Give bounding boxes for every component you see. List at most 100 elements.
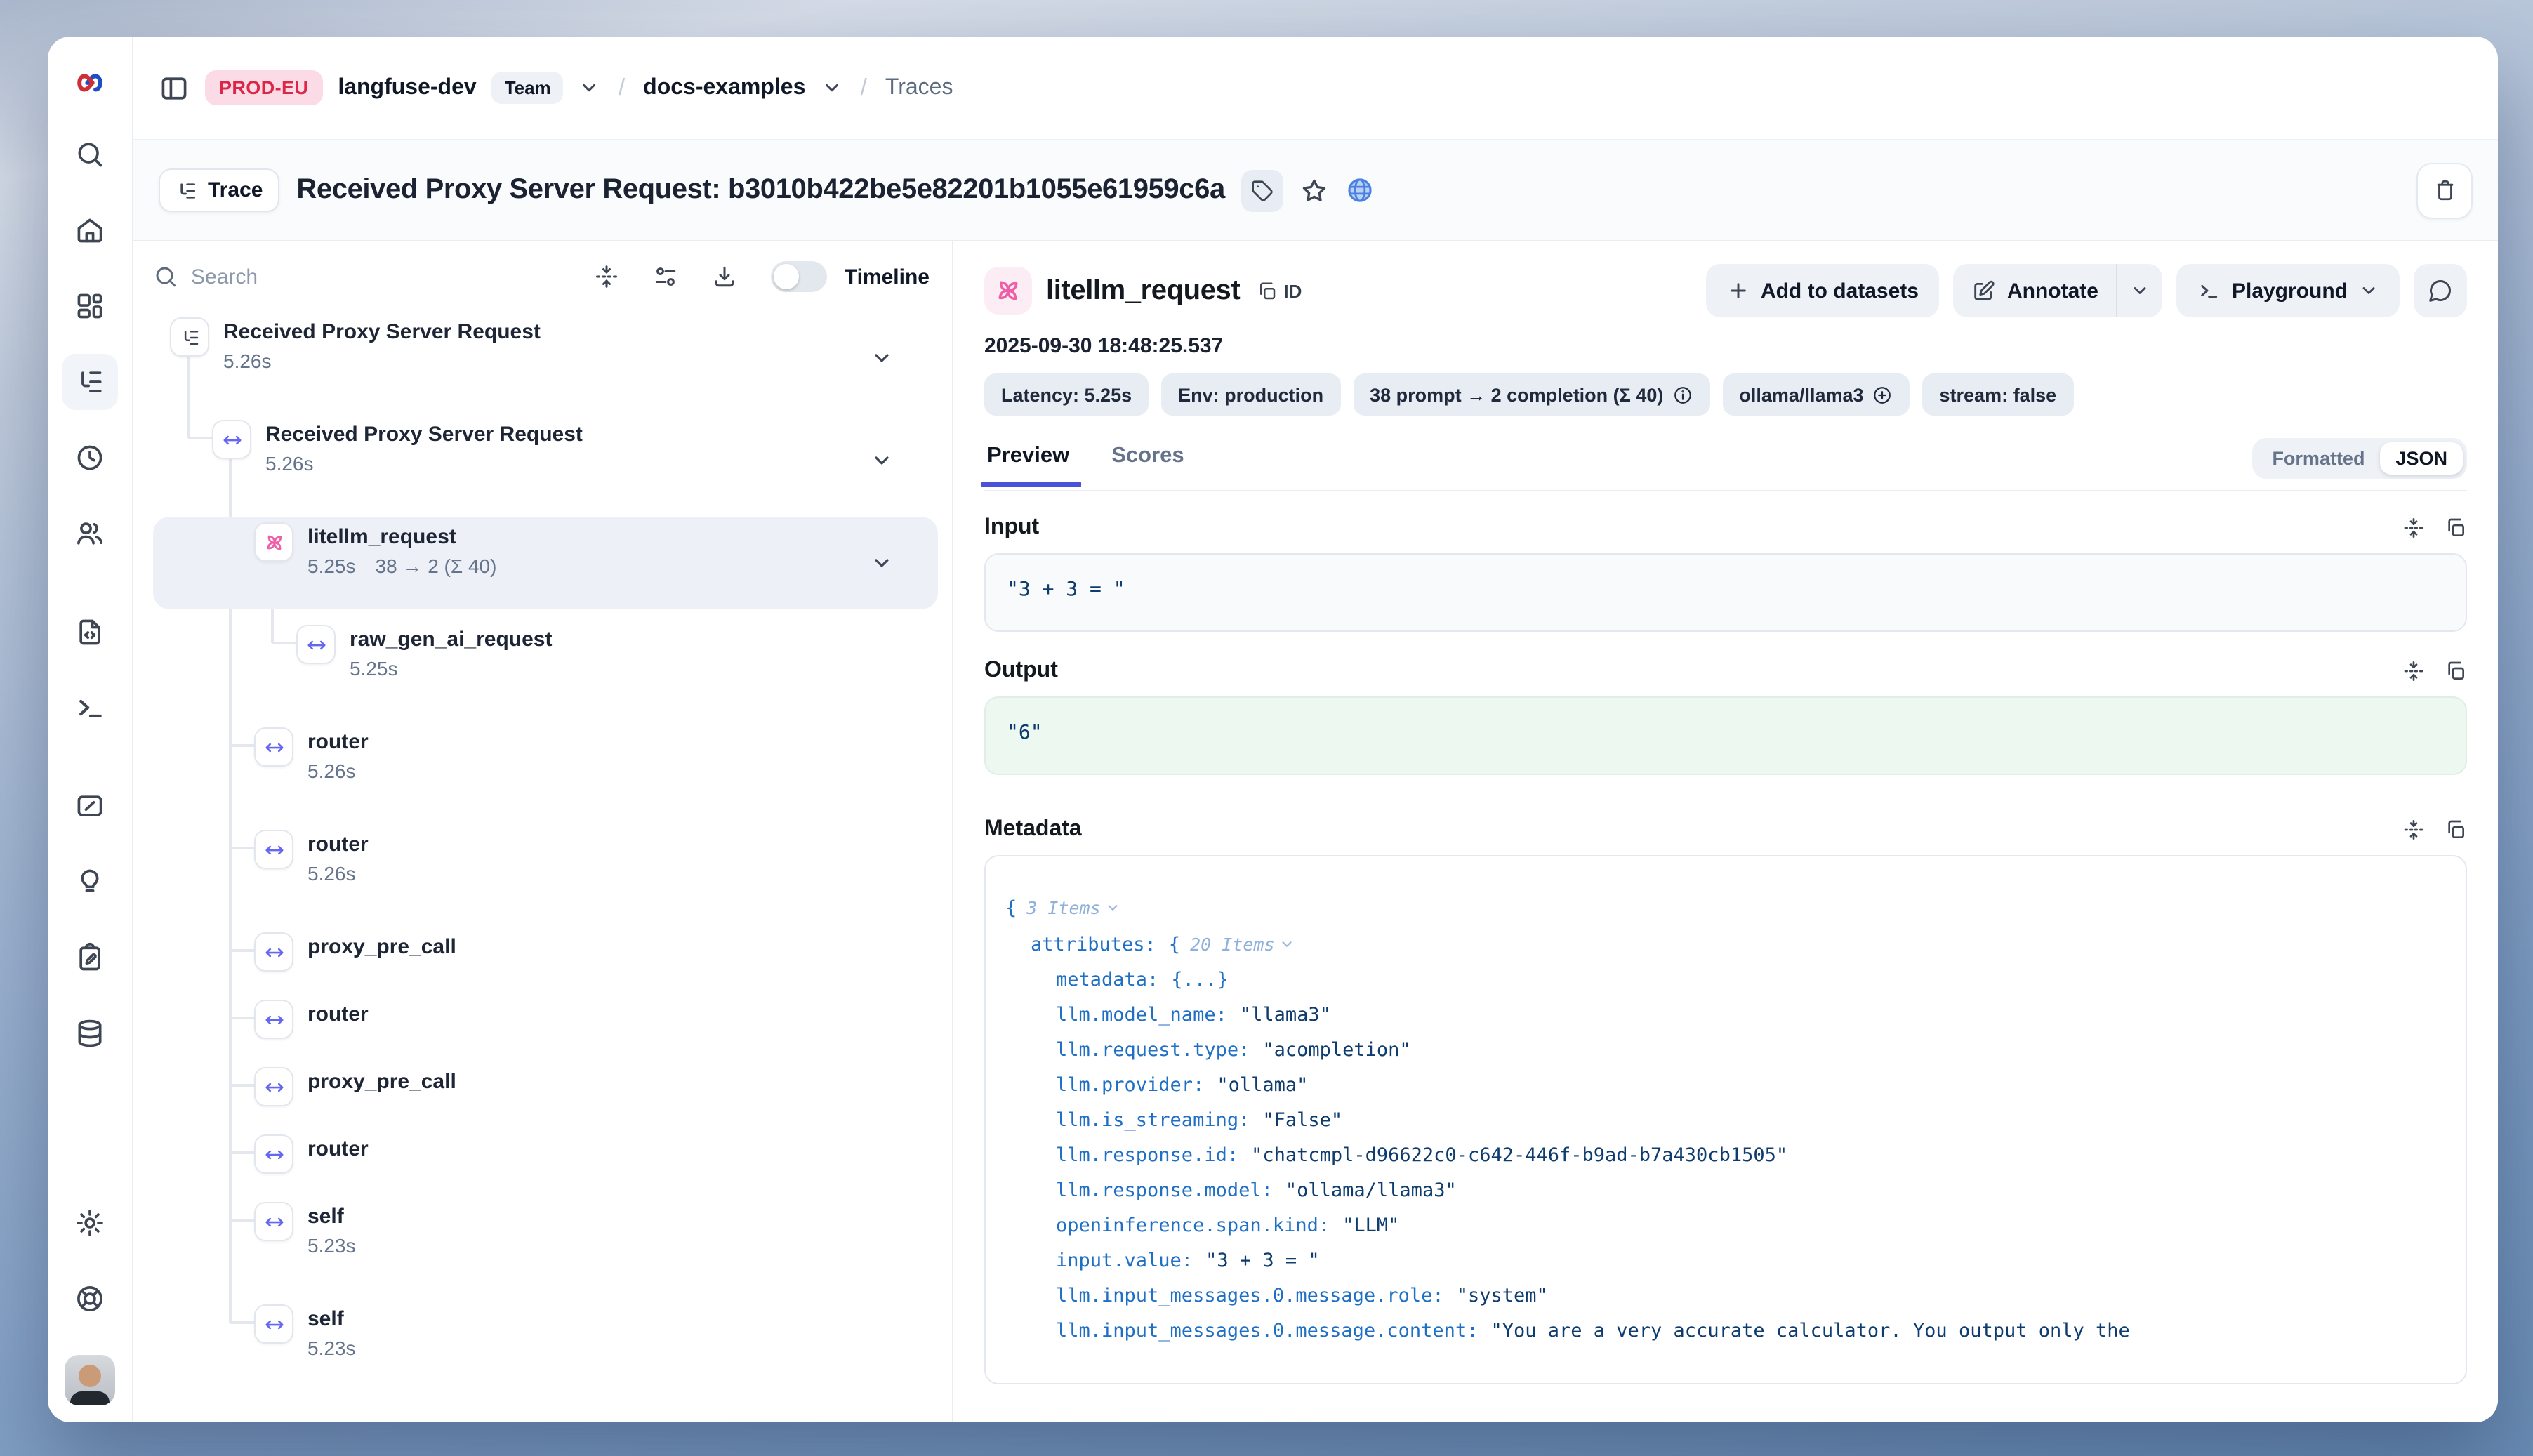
- tag-button[interactable]: [1242, 169, 1284, 211]
- tree-node[interactable]: proxy_pre_call: [153, 927, 938, 984]
- chevron-down-icon[interactable]: [871, 347, 893, 369]
- chevron-down-icon[interactable]: [871, 552, 893, 574]
- tree-node[interactable]: router: [153, 1129, 938, 1186]
- tree-node-label: Received Proxy Server Request: [265, 421, 938, 449]
- json-root-line[interactable]: {3 Items: [1005, 890, 2446, 927]
- breadcrumb-section[interactable]: Traces: [885, 75, 953, 100]
- output-collapse-button[interactable]: [2402, 660, 2425, 682]
- add-to-datasets-button[interactable]: Add to datasets: [1706, 264, 1940, 317]
- star-button[interactable]: [1301, 176, 1329, 204]
- copy-icon: [1257, 280, 1278, 301]
- playground-button[interactable]: Playground: [2177, 264, 2400, 317]
- sidebar-item-annotation[interactable]: [70, 938, 110, 977]
- json-line[interactable]: metadata:{...}: [1005, 963, 2446, 998]
- input-copy-button[interactable]: [2445, 517, 2467, 539]
- tree-node-label: self: [307, 1203, 938, 1231]
- tree-node[interactable]: router5.26s: [153, 824, 938, 917]
- tree-node-label: router: [307, 1136, 938, 1164]
- tree-node[interactable]: raw_gen_ai_request5.25s: [153, 619, 938, 712]
- arrows-icon: [212, 420, 251, 459]
- json-line[interactable]: llm.request.type:"acompletion": [1005, 1033, 2446, 1068]
- breadcrumb-project[interactable]: docs-examples: [643, 75, 805, 100]
- org-chevron-down-icon[interactable]: [579, 77, 600, 98]
- copy-id-button[interactable]: ID: [1257, 280, 1302, 301]
- tree-node-label: self: [307, 1306, 938, 1334]
- format-option-formatted[interactable]: Formatted: [2256, 442, 2380, 475]
- json-line[interactable]: attributes:{20 Items: [1005, 927, 2446, 963]
- json-line[interactable]: llm.response.model:"ollama/llama3": [1005, 1174, 2446, 1209]
- json-line[interactable]: llm.provider:"ollama": [1005, 1068, 2446, 1104]
- sidebar-item-support[interactable]: [70, 1279, 110, 1318]
- chevron-down-icon: [2359, 281, 2379, 300]
- user-avatar[interactable]: [65, 1355, 115, 1405]
- json-line[interactable]: openinference.span.kind:"LLM": [1005, 1209, 2446, 1244]
- arrows-icon: [254, 830, 293, 869]
- search-input[interactable]: Search: [153, 264, 595, 289]
- comments-button[interactable]: [2414, 264, 2467, 317]
- view-settings-button[interactable]: [654, 264, 679, 289]
- tree-node[interactable]: litellm_request5.25s38 → 2 (Σ 40): [153, 517, 938, 609]
- json-line[interactable]: llm.response.id:"chatcmpl-d96622c0-c642-…: [1005, 1139, 2446, 1174]
- arrows-icon: [254, 1202, 293, 1241]
- sidebar-item-playground[interactable]: [70, 688, 110, 727]
- annotate-dropdown-button[interactable]: [2118, 264, 2163, 317]
- metadata-copy-button[interactable]: [2445, 819, 2467, 841]
- input-content: "3 + 3 = ": [984, 553, 2467, 632]
- json-line[interactable]: llm.model_name:"llama3": [1005, 998, 2446, 1033]
- sidebar-item-search[interactable]: [70, 135, 110, 174]
- json-line[interactable]: llm.input_messages.0.message.content:"Yo…: [1005, 1314, 2446, 1349]
- sidebar-item-prompts[interactable]: [70, 612, 110, 651]
- terminal-icon: [2198, 279, 2221, 302]
- format-option-json[interactable]: JSON: [2380, 442, 2463, 475]
- project-chevron-down-icon[interactable]: [821, 77, 842, 98]
- tree-node[interactable]: Received Proxy Server Request5.26s: [153, 414, 938, 507]
- chevron-down-icon[interactable]: [871, 449, 893, 472]
- metadata-json-viewer: {3 Itemsattributes:{20 Itemsmetadata:{..…: [984, 855, 2467, 1384]
- metadata-section-title: Metadata: [984, 817, 1082, 842]
- tab-preview[interactable]: Preview: [984, 443, 1072, 485]
- output-content: "6": [984, 696, 2467, 775]
- json-line[interactable]: llm.input_messages.0.message.role:"syste…: [1005, 1279, 2446, 1314]
- json-line[interactable]: input.value:"3 + 3 = ": [1005, 1244, 2446, 1279]
- tree-node[interactable]: router: [153, 994, 938, 1052]
- list-tree-icon: [170, 317, 209, 357]
- sidebar-item-sessions[interactable]: [70, 438, 110, 477]
- json-line[interactable]: llm.is_streaming:"False": [1005, 1104, 2446, 1139]
- timeline-toggle[interactable]: [772, 261, 828, 292]
- pinwheel-icon: [254, 522, 293, 562]
- tree-node[interactable]: self5.23s: [153, 1299, 938, 1391]
- tree-node-label: proxy_pre_call: [307, 934, 938, 962]
- icon-sidebar: [48, 37, 133, 1422]
- sidebar-item-tracing[interactable]: [62, 354, 118, 410]
- metadata-collapse-button[interactable]: [2402, 819, 2425, 841]
- output-copy-button[interactable]: [2445, 660, 2467, 682]
- sidebar-toggle-icon[interactable]: [159, 72, 190, 103]
- langfuse-logo: [72, 65, 108, 101]
- sidebar-item-evaluation[interactable]: [70, 786, 110, 826]
- org-name[interactable]: langfuse-dev: [338, 75, 476, 100]
- download-button[interactable]: [713, 264, 738, 289]
- tab-scores[interactable]: Scores: [1109, 443, 1186, 485]
- observation-badge: 38 prompt → 2 completion (Σ 40): [1353, 373, 1709, 416]
- sidebar-item-dashboards[interactable]: [70, 286, 110, 326]
- arrows-icon: [254, 727, 293, 767]
- arrows-icon: [254, 1067, 293, 1106]
- sidebar-item-settings[interactable]: [70, 1203, 110, 1243]
- input-collapse-button[interactable]: [2402, 517, 2425, 539]
- sidebar-item-users[interactable]: [70, 514, 110, 553]
- annotate-button[interactable]: Annotate: [1954, 264, 2117, 317]
- tree-node[interactable]: Received Proxy Server Request5.26s: [153, 312, 938, 404]
- public-globe-button[interactable]: [1346, 176, 1375, 205]
- sidebar-item-insights[interactable]: [70, 862, 110, 901]
- sidebar-item-datasets[interactable]: [70, 1014, 110, 1053]
- tree-node[interactable]: router5.26s: [153, 722, 938, 814]
- delete-trace-button[interactable]: [2416, 162, 2473, 218]
- tree-node-label: raw_gen_ai_request: [350, 626, 938, 654]
- sidebar-item-home[interactable]: [70, 211, 110, 250]
- org-type-badge: Team: [492, 72, 564, 104]
- search-icon: [153, 264, 178, 289]
- arrows-icon: [254, 1304, 293, 1344]
- tree-node[interactable]: self5.23s: [153, 1196, 938, 1289]
- collapse-all-button[interactable]: [595, 264, 620, 289]
- tree-node[interactable]: proxy_pre_call: [153, 1061, 938, 1119]
